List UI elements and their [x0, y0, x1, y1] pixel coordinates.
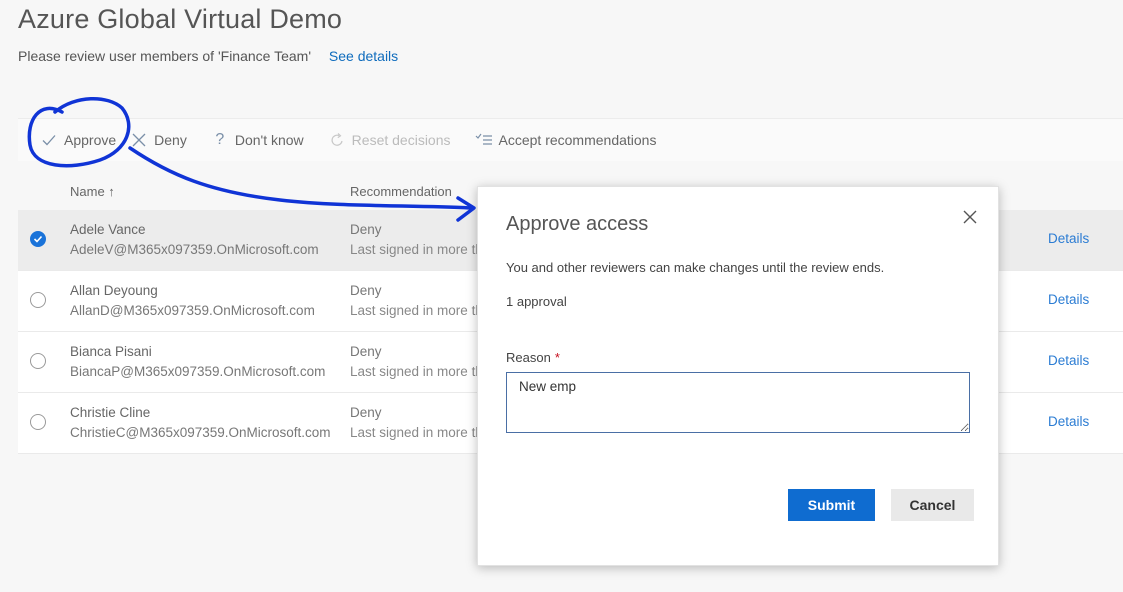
row-recommendation-detail: Last signed in more than 30 days ago — [350, 425, 480, 440]
page-subtitle: Please review user members of 'Finance T… — [18, 48, 398, 64]
row-recommendation-detail: Last signed in more than 30 days ago — [350, 303, 480, 318]
cancel-button[interactable]: Cancel — [891, 489, 974, 521]
row-select-radio[interactable] — [30, 414, 46, 430]
page-title: Azure Global Virtual Demo — [18, 4, 343, 34]
approval-count: 1 approval — [506, 294, 567, 309]
row-select-radio[interactable] — [30, 292, 46, 308]
reset-icon — [328, 131, 346, 149]
reason-label: Reason * — [506, 350, 560, 365]
reason-label-text: Reason — [506, 350, 551, 365]
row-select-radio[interactable] — [30, 231, 46, 247]
row-name: Christie Cline — [70, 405, 151, 420]
dialog-title: Approve access — [506, 213, 649, 235]
accept-label: Accept recommendations — [498, 132, 657, 148]
dialog-info: You and other reviewers can make changes… — [506, 260, 885, 275]
approve-label: Approve — [64, 132, 117, 148]
subtitle-text: Please review user members of 'Finance T… — [18, 48, 311, 64]
dont-know-label: Don't know — [234, 132, 304, 148]
reset-decisions-button[interactable]: Reset decisions — [328, 131, 451, 149]
reason-input[interactable] — [506, 372, 970, 433]
question-icon: ? — [215, 131, 225, 148]
row-name: Allan Deyoung — [70, 283, 158, 298]
required-mark: * — [554, 350, 560, 365]
row-email: ChristieC@M365x097359.OnMicrosoft.com — [70, 425, 331, 440]
row-select-radio[interactable] — [30, 353, 46, 369]
row-details-link[interactable]: Details — [1048, 414, 1089, 429]
row-details-link[interactable]: Details — [1048, 231, 1089, 246]
row-details-link[interactable]: Details — [1048, 292, 1089, 307]
row-email: AllanD@M365x097359.OnMicrosoft.com — [70, 303, 315, 318]
row-name: Bianca Pisani — [70, 344, 152, 359]
row-email: BiancaP@M365x097359.OnMicrosoft.com — [70, 364, 326, 379]
see-details-link[interactable]: See details — [329, 48, 398, 64]
deny-button[interactable]: Deny — [130, 131, 187, 149]
reset-label: Reset decisions — [351, 132, 451, 148]
column-name-header[interactable]: Name ↑ — [70, 184, 115, 199]
row-recommendation: Deny — [350, 222, 382, 237]
row-recommendation-detail: Last signed in more than 30 days ago — [350, 364, 480, 379]
toolbar: Approve Deny ? Don't know Reset decision… — [18, 118, 1123, 161]
accept-recommendations-button[interactable]: Accept recommendations — [475, 131, 657, 149]
row-details-link[interactable]: Details — [1048, 353, 1089, 368]
check-icon — [40, 131, 58, 149]
close-icon — [130, 131, 148, 149]
row-recommendation: Deny — [350, 344, 382, 359]
row-recommendation: Deny — [350, 283, 382, 298]
deny-label: Deny — [154, 132, 187, 148]
dont-know-button[interactable]: ? Don't know — [211, 131, 304, 149]
row-recommendation: Deny — [350, 405, 382, 420]
submit-button[interactable]: Submit — [788, 489, 875, 521]
row-recommendation-detail: Last signed in more than 30 days ago — [350, 242, 480, 257]
checklist-icon — [475, 131, 493, 149]
approve-access-dialog: Approve access You and other reviewers c… — [477, 186, 999, 566]
column-recommendation-header[interactable]: Recommendation — [350, 184, 452, 199]
close-icon[interactable] — [962, 209, 978, 225]
approve-button[interactable]: Approve — [40, 131, 116, 149]
row-name: Adele Vance — [70, 222, 146, 237]
row-email: AdeleV@M365x097359.OnMicrosoft.com — [70, 242, 319, 257]
